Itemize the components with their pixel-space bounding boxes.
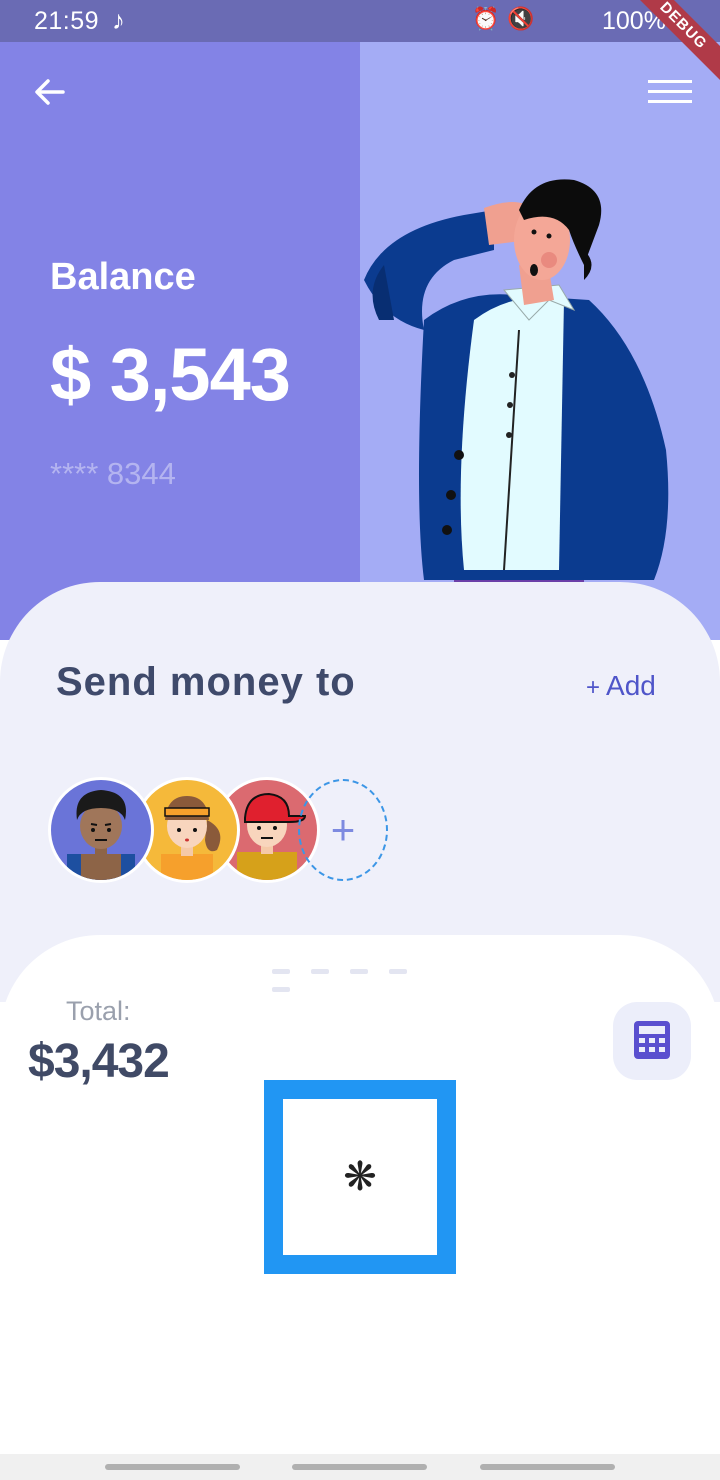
status-bar: 21:59 ♪ ⏰🔇 100% bbox=[0, 0, 720, 42]
alarm-icon: ⏰ bbox=[472, 6, 508, 31]
status-icons: ⏰🔇 bbox=[472, 6, 543, 32]
card-number: **** 8344 bbox=[50, 456, 176, 491]
total-value: $3,432 bbox=[28, 1035, 170, 1088]
calculator-button[interactable] bbox=[613, 1002, 691, 1080]
plus-icon: + bbox=[586, 674, 601, 701]
send-money-title: Send money to bbox=[56, 660, 356, 704]
menu-button[interactable] bbox=[646, 76, 694, 108]
asterisk-glyph: ❋ bbox=[343, 1155, 377, 1199]
add-label: Add bbox=[606, 670, 656, 701]
nav-back-button[interactable] bbox=[480, 1464, 615, 1470]
drag-handle[interactable] bbox=[272, 961, 452, 992]
status-time: 21:59 bbox=[34, 7, 100, 35]
music-note-icon: ♪ bbox=[112, 5, 125, 35]
add-contact-link[interactable]: + Add bbox=[586, 670, 656, 702]
nav-recent-button[interactable] bbox=[105, 1464, 240, 1470]
avatar-man-curly-icon bbox=[67, 790, 135, 880]
balance-value: $ 3,543 bbox=[50, 333, 291, 416]
confused-man-illustration bbox=[364, 179, 669, 590]
mute-icon: 🔇 bbox=[507, 6, 543, 31]
add-contact-avatar-button[interactable]: + bbox=[298, 779, 388, 881]
nav-home-button[interactable] bbox=[292, 1464, 427, 1470]
hamburger-menu-icon bbox=[648, 80, 692, 103]
focus-highlight-box[interactable]: ❋ bbox=[264, 1080, 456, 1274]
balance-label: Balance bbox=[50, 256, 196, 298]
arrow-left-icon bbox=[35, 79, 65, 105]
back-button[interactable] bbox=[30, 72, 70, 112]
contact-avatar-1[interactable] bbox=[48, 777, 154, 883]
total-label: Total: bbox=[66, 996, 131, 1026]
calculator-icon bbox=[634, 1021, 670, 1059]
